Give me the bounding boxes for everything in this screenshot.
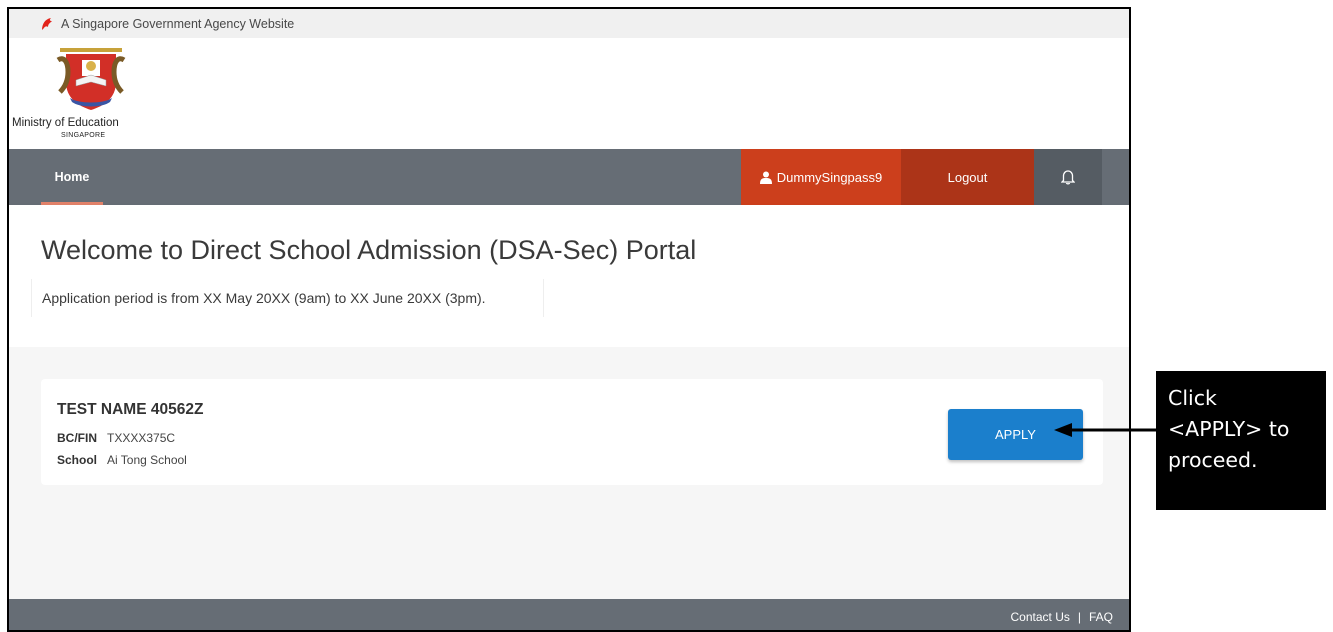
- site-header: Ministry of Education SINGAPORE: [9, 38, 1129, 149]
- school-row: School Ai Tong School: [57, 453, 187, 467]
- welcome-section: Welcome to Direct School Admission (DSA-…: [9, 205, 1129, 347]
- main-content: TEST NAME 40562Z BC/FIN TXXXX375C School A…: [9, 347, 1129, 599]
- callout-line-1: Click: [1168, 386, 1217, 410]
- instruction-callout: Click <APPLY> to proceed.: [1156, 371, 1326, 510]
- footer-separator: |: [1077, 609, 1081, 624]
- callout-line-3: proceed.: [1168, 448, 1258, 472]
- student-card: TEST NAME 40562Z BC/FIN TXXXX375C School A…: [41, 379, 1103, 485]
- logout-button[interactable]: Logout: [901, 149, 1034, 205]
- government-banner-text: A Singapore Government Agency Website: [61, 16, 295, 31]
- moe-crest-logo[interactable]: [56, 42, 126, 114]
- site-footer: Contact Us | FAQ: [9, 599, 1129, 630]
- application-period-text: Application period is from XX May 20XX (…: [31, 279, 544, 317]
- nav-home-label: Home: [54, 170, 90, 184]
- user-name-label: DummySingpass9: [776, 169, 883, 185]
- notifications-button[interactable]: [1034, 149, 1102, 205]
- government-banner: A Singapore Government Agency Website: [9, 9, 1129, 38]
- bcfin-row: BC/FIN TXXXX375C: [57, 431, 175, 445]
- browser-frame: A Singapore Government Agency Website Mi…: [7, 7, 1131, 632]
- annotation-arrow: [1054, 423, 1160, 437]
- lion-head-icon: [42, 17, 52, 30]
- main-navigation: Home DummySingpass9 Logout: [9, 149, 1129, 205]
- brand-subtitle: SINGAPORE: [61, 132, 106, 139]
- school-value: Ai Tong School: [107, 453, 187, 467]
- school-label: School: [57, 453, 98, 467]
- student-name: TEST NAME 40562Z: [57, 401, 204, 418]
- bell-icon: [1061, 170, 1075, 185]
- nav-home-tab[interactable]: Home: [41, 149, 103, 205]
- contact-us-link[interactable]: Contact Us: [1011, 610, 1070, 624]
- user-account-button[interactable]: DummySingpass9: [741, 149, 901, 205]
- brand-name: Ministry of Education: [12, 117, 119, 129]
- page-title: Welcome to Direct School Admission (DSA-…: [41, 235, 697, 265]
- bcfin-label: BC/FIN: [57, 431, 97, 445]
- logout-label: Logout: [947, 169, 988, 185]
- callout-line-2: <APPLY> to: [1168, 417, 1290, 441]
- bcfin-value: TXXXX375C: [107, 431, 176, 445]
- faq-link[interactable]: FAQ: [1089, 610, 1113, 624]
- user-icon: [759, 171, 772, 184]
